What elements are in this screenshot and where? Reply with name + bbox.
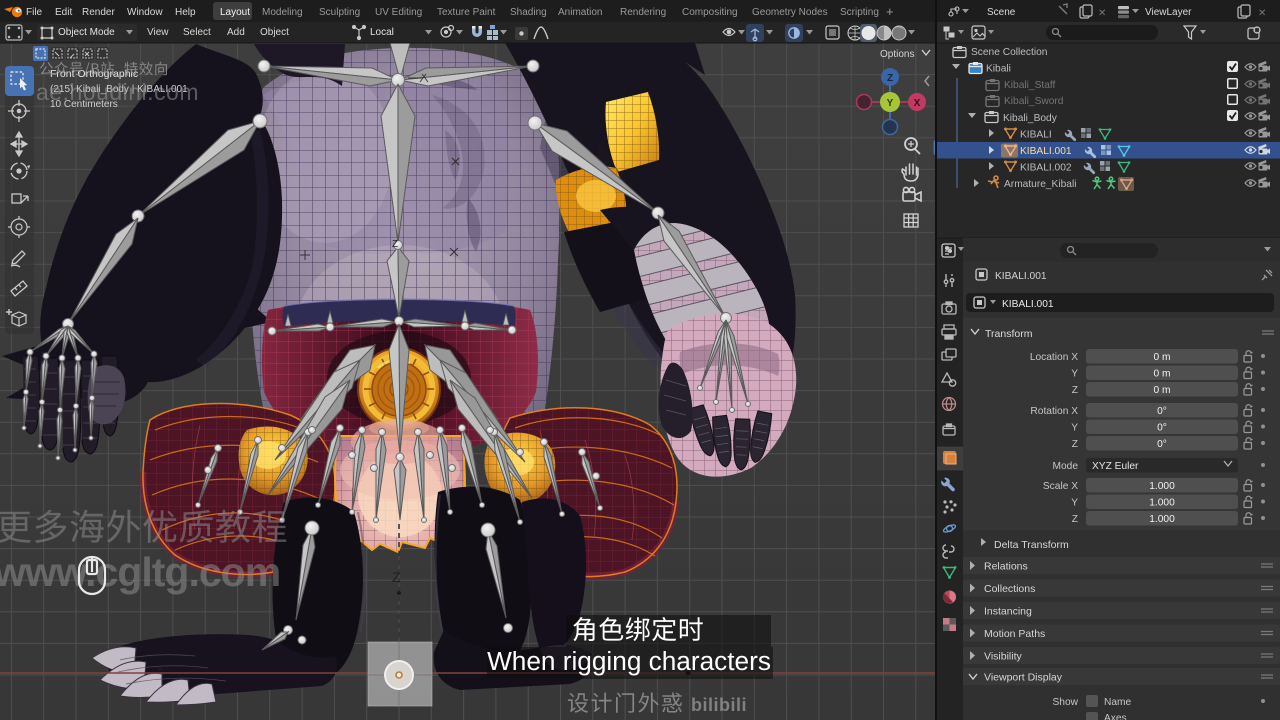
svg-text:Armature_Kibali: Armature_Kibali [1004,179,1076,190]
svg-text:Y: Y [887,98,894,109]
svg-text:Layout: Layout [220,7,250,18]
svg-text:KIBALI.001: KIBALI.001 [1002,299,1054,310]
svg-text:Viewport Display: Viewport Display [984,672,1063,684]
svg-text:Rendering: Rendering [620,7,666,18]
svg-text:Rotation X: Rotation X [1030,406,1078,417]
svg-text:Z: Z [887,73,893,84]
svg-text:1.000: 1.000 [1149,498,1175,509]
svg-text:Kibali_Staff: Kibali_Staff [1004,80,1056,91]
svg-text:✕: ✕ [1098,8,1106,19]
svg-text:View: View [147,27,169,38]
svg-text:Delta Transform: Delta Transform [994,539,1069,551]
svg-text:Name: Name [1104,697,1132,708]
svg-text:Z: Z [1072,514,1078,525]
svg-text:Mode: Mode [1053,461,1079,472]
svg-text:Select: Select [183,27,211,38]
svg-text:Render: Render [82,7,115,18]
svg-text:Location X: Location X [1030,352,1078,363]
svg-text:XYZ Euler: XYZ Euler [1092,461,1139,472]
svg-text:Sculpting: Sculpting [319,7,360,18]
svg-text:Local: Local [370,27,394,38]
svg-text:Show: Show [1053,697,1079,708]
svg-text:Instancing: Instancing [984,606,1032,618]
svg-text:Y: Y [1071,369,1078,380]
svg-text:KIBALI.001: KIBALI.001 [995,271,1047,282]
svg-text:UV Editing: UV Editing [375,7,422,18]
svg-text:Add: Add [227,27,245,38]
svg-text:Scene Collection: Scene Collection [971,47,1047,58]
svg-text:Object Mode: Object Mode [58,27,115,38]
svg-text:0°: 0° [1157,406,1167,417]
svg-text:Z: Z [392,239,398,250]
svg-text:When rigging characters: When rigging characters [487,646,771,676]
svg-text:Options: Options [880,49,914,60]
svg-text:ViewLayer: ViewLayer [1145,7,1192,18]
svg-text:Relations: Relations [984,561,1028,573]
svg-text:+: + [886,4,894,19]
svg-text:1.000: 1.000 [1149,481,1175,492]
svg-text:Kibali_Sword: Kibali_Sword [1004,96,1064,107]
svg-text:Object: Object [260,27,289,38]
svg-text:bilibili: bilibili [691,695,747,715]
svg-text:KIBALI.001: KIBALI.001 [1020,146,1072,157]
svg-text:Edit: Edit [55,7,72,18]
svg-text:Motion Paths: Motion Paths [984,628,1045,640]
svg-text:Z: Z [1072,439,1078,450]
svg-text:X: X [914,98,921,109]
svg-text:Y: Y [1071,498,1078,509]
svg-text:0°: 0° [1157,423,1167,434]
svg-text:Z: Z [1072,385,1078,396]
svg-text:Compositing: Compositing [682,7,738,18]
svg-text:Transform: Transform [985,328,1033,340]
svg-text:Geometry Nodes: Geometry Nodes [752,7,828,18]
svg-text:1.000: 1.000 [1149,514,1175,525]
svg-text:Scripting: Scripting [840,7,879,18]
svg-text:Scale X: Scale X [1043,481,1078,492]
svg-text:Modeling: Modeling [262,7,303,18]
svg-text:www.cgltg.com: www.cgltg.com [0,549,280,595]
svg-text:Visibility: Visibility [984,651,1022,663]
svg-text:Texture Paint: Texture Paint [437,7,496,18]
svg-text:Kibali: Kibali [986,64,1011,75]
svg-text:Scene: Scene [987,7,1016,18]
svg-text:Window: Window [127,7,163,18]
svg-text:Animation: Animation [558,7,602,18]
svg-text:0 m: 0 m [1154,369,1171,380]
svg-text:Axes: Axes [1104,713,1127,720]
svg-text:0 m: 0 m [1154,352,1171,363]
svg-text:0°: 0° [1157,439,1167,450]
svg-text:Kibali_Body: Kibali_Body [1003,113,1058,124]
svg-text:Z: Z [392,569,401,585]
svg-text:Help: Help [175,7,196,18]
svg-text:Shading: Shading [510,7,547,18]
svg-text:Y: Y [1071,423,1078,434]
svg-text:ae.houdini.com: ae.houdini.com [36,79,199,105]
svg-text:KIBALI.002: KIBALI.002 [1020,163,1072,174]
svg-text:File: File [26,7,43,18]
svg-text:✕: ✕ [1258,8,1266,19]
svg-text:Collections: Collections [984,583,1035,595]
svg-text:0 m: 0 m [1154,385,1171,396]
svg-text:KIBALI: KIBALI [1020,130,1052,141]
